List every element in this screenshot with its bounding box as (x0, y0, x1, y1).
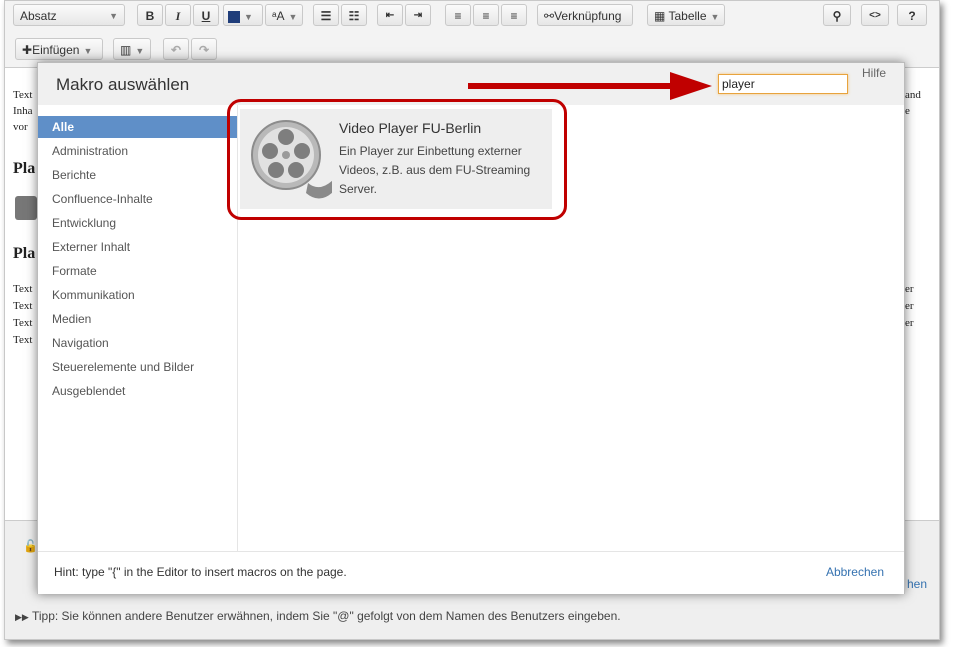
category-item-alle[interactable]: Alle (38, 116, 237, 138)
category-item-kommunikation[interactable]: Kommunikation (38, 284, 237, 306)
macro-search-input[interactable] (718, 74, 848, 94)
link-label: Verknüpfung (554, 9, 622, 23)
indent-button[interactable]: ⇥ (405, 4, 431, 26)
editor-text: er (905, 317, 914, 329)
chevron-down-icon: ▼ (244, 12, 253, 22)
editor-heading: Pla (13, 160, 36, 177)
find-replace-icon[interactable]: ⚲ (823, 4, 851, 26)
chevron-down-icon: ▼ (109, 11, 118, 21)
arrow-right-icon: ▶▶ (15, 612, 29, 622)
chevron-down-icon: ▼ (288, 12, 298, 22)
category-item-ausgeblendet[interactable]: Ausgeblendet (38, 380, 237, 402)
chevron-down-icon: ▼ (135, 46, 145, 56)
color-swatch-icon (228, 10, 240, 23)
italic-button[interactable]: I (165, 4, 191, 26)
background-link[interactable]: hen (907, 577, 927, 591)
bold-button[interactable]: B (137, 4, 163, 26)
hint-text: Hint: type "{" in the Editor to insert m… (54, 565, 347, 579)
align-right-button[interactable]: ≡ (501, 4, 527, 26)
category-item-formate[interactable]: Formate (38, 260, 237, 282)
chevron-down-icon: ▼ (83, 46, 93, 56)
table-button[interactable]: ▦ Tabelle ▼ (647, 4, 725, 26)
plus-icon: ✚ (22, 43, 33, 57)
underline-button[interactable]: U (193, 4, 219, 26)
category-item-navigation[interactable]: Navigation (38, 332, 237, 354)
link-icon: ⚯ (544, 9, 555, 23)
text-color-button[interactable]: ▼ (223, 4, 263, 26)
numbered-list-button[interactable]: ☷ (341, 4, 367, 26)
editor-text: Text (13, 317, 33, 329)
paragraph-style-select[interactable]: Absatz ▼ (13, 4, 125, 26)
link-button[interactable]: ⚯Verknüpfung (537, 4, 633, 26)
page-layout-button[interactable]: ▥ ▼ (113, 38, 151, 60)
source-editor-button[interactable]: <> (861, 4, 889, 26)
editor-heading: Pla (13, 245, 36, 262)
undo-button[interactable]: ↶ (163, 38, 189, 60)
cancel-button[interactable]: Abbrechen (826, 565, 884, 579)
editor-toolbar: Absatz ▼ B I U ▼ ᵃA ▼ ☰ ☷ ⇤ ⇥ ≡ ≡ ≡ ⚯Verkn… (5, 1, 939, 68)
text-style-label: ᵃA (272, 9, 285, 23)
editor-text: and (905, 89, 921, 101)
lock-icon[interactable]: 🔓 (23, 539, 38, 553)
category-item-entwicklung[interactable]: Entwicklung (38, 212, 237, 234)
chevron-down-icon: ▼ (710, 12, 720, 22)
editor-text: er (905, 283, 914, 295)
tip-text: Tipp: Sie können andere Benutzer erwähne… (31, 609, 621, 623)
outdent-button[interactable]: ⇤ (377, 4, 403, 26)
table-label: Tabelle (668, 9, 707, 23)
editor-text: er (905, 300, 914, 312)
category-item-medien[interactable]: Medien (38, 308, 237, 330)
highlight-box (227, 99, 567, 220)
mention-tip: ▶▶ Tipp: Sie können andere Benutzer erwä… (15, 609, 621, 623)
category-item-confluence-inhalte[interactable]: Confluence-Inhalte (38, 188, 237, 210)
editor-text: e (905, 105, 910, 117)
help-button[interactable]: ? (897, 4, 927, 26)
style-select-label: Absatz (20, 9, 57, 23)
insert-menu-button[interactable]: ✚Einfügen ▼ (15, 38, 103, 60)
insert-label: Einfügen (32, 43, 80, 57)
red-arrow-icon (468, 72, 712, 100)
layout-icon: ▥ (120, 43, 132, 57)
dialog-footer: Hint: type "{" in the Editor to insert m… (38, 551, 904, 594)
align-center-button[interactable]: ≡ (473, 4, 499, 26)
table-icon: ▦ (654, 9, 666, 23)
category-item-administration[interactable]: Administration (38, 140, 237, 162)
bullet-list-button[interactable]: ☰ (313, 4, 339, 26)
redo-button[interactable]: ↷ (191, 38, 217, 60)
editor-text: Text (13, 283, 33, 295)
category-item-berichte[interactable]: Berichte (38, 164, 237, 186)
category-sidebar: Alle Administration Berichte Confluence-… (38, 105, 238, 551)
editor-text: Inha (13, 105, 33, 117)
category-item-steuerelemente[interactable]: Steuerelemente und Bilder (38, 356, 237, 378)
editor-text: Text (13, 89, 33, 101)
editor-text: Text (13, 300, 33, 312)
dialog-title: Makro auswählen (56, 75, 190, 94)
category-item-externer-inhalt[interactable]: Externer Inhalt (38, 236, 237, 258)
macro-placeholder-icon (15, 196, 37, 220)
text-style-button[interactable]: ᵃA ▼ (265, 4, 303, 26)
help-link[interactable]: Hilfe (862, 66, 886, 80)
align-left-button[interactable]: ≡ (445, 4, 471, 26)
editor-text: vor (13, 121, 28, 133)
editor-text: Text (13, 334, 33, 346)
